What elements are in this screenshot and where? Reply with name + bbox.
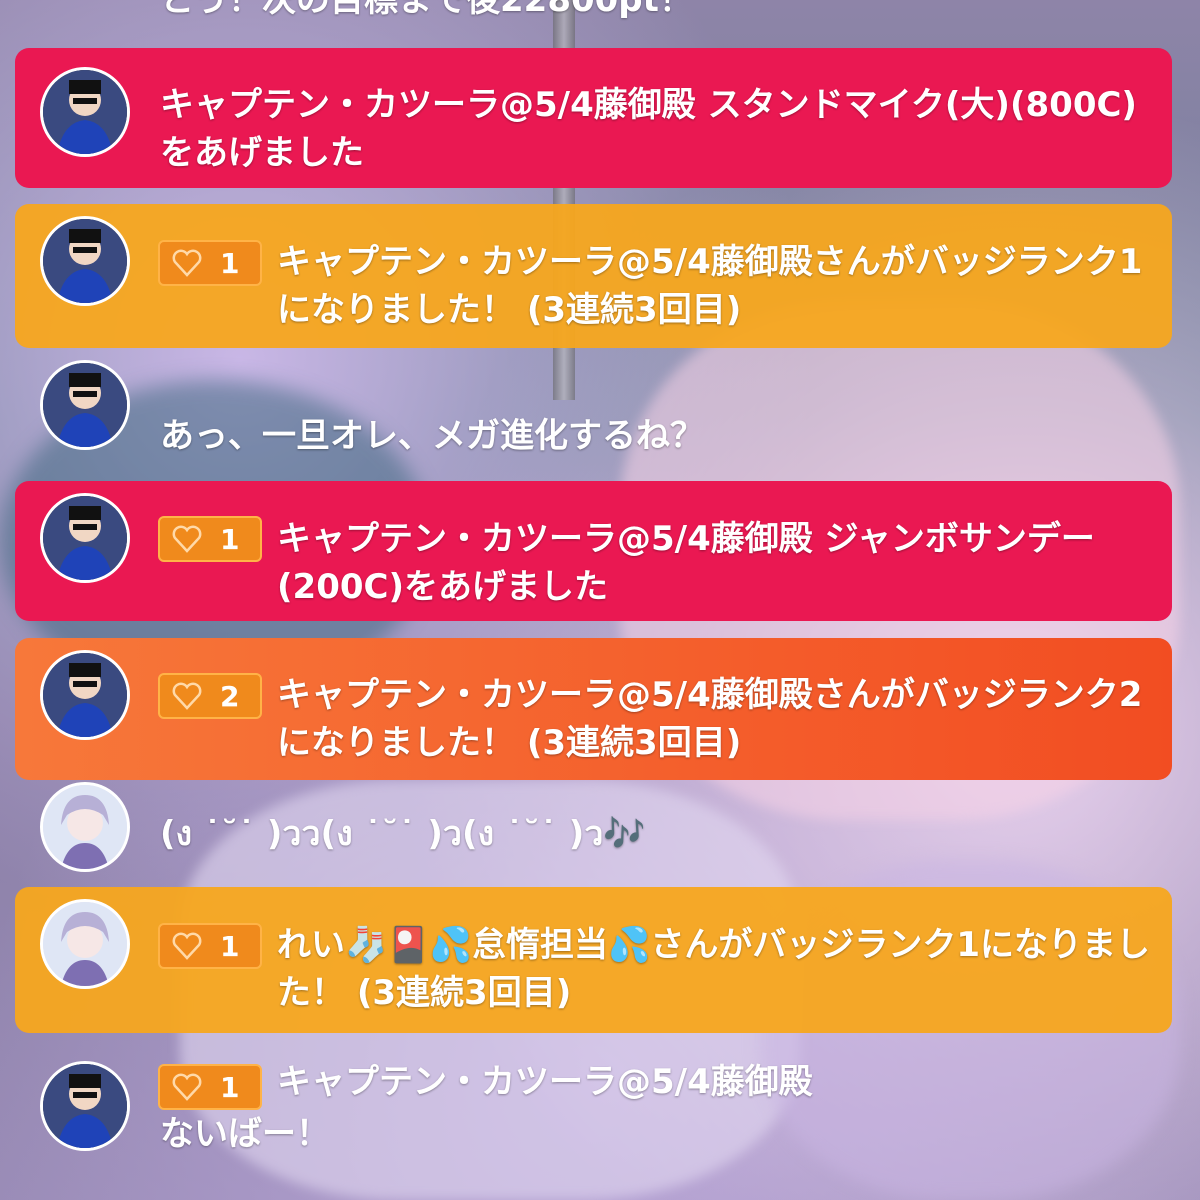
badge-chip: 1 <box>158 516 262 562</box>
message-text: あっ、一旦オレ、メガ進化するね？ <box>160 416 704 456</box>
avatar-captain[interactable] <box>40 650 130 740</box>
badge-level: 1 <box>220 1070 240 1104</box>
badge-level: 1 <box>220 929 240 963</box>
avatar-captain[interactable] <box>40 360 130 450</box>
badge-chip: 1 <box>158 1064 262 1110</box>
badge-level: 2 <box>220 679 240 713</box>
badge-chip: 1 <box>158 923 262 969</box>
badge-level: 1 <box>220 246 240 280</box>
chat-message-comment: 1 キャプテン・カツーラ@5/4藤御殿 ないばー！ <box>15 1058 1172 1188</box>
avatar-rei[interactable] <box>40 899 130 989</box>
chat-message-comment: (ง ˙˘˙ )วว(ง ˙˘˙ )ว(ง ˙˘˙ )ว🎶 <box>15 782 1172 872</box>
chat-message-badge-rank: 2 キャプテン・カツーラ@5/4藤御殿さんがバッジランク2になりました！ (3連… <box>15 638 1172 780</box>
avatar-rei[interactable] <box>40 782 130 872</box>
partial-top-message: とう！次の目標まで後22800pt！ <box>160 0 693 20</box>
chat-message-comment: あっ、一旦オレ、メガ進化するね？ <box>15 360 1172 470</box>
message-text: キャプテン・カツーラ@5/4藤御殿さんがバッジランク1になりました！ (3連続3… <box>277 242 1143 330</box>
badge-heart-icon <box>172 249 202 277</box>
chat-message-gift: 1 キャプテン・カツーラ@5/4藤御殿 ジャンボサンデー(200C)をあげました <box>15 481 1172 621</box>
badge-chip: 2 <box>158 673 262 719</box>
message-text: キャプテン・カツーラ@5/4藤御殿 スタンドマイク(大)(800C)をあげました <box>160 85 1137 173</box>
message-username: キャプテン・カツーラ@5/4藤御殿 <box>277 1062 813 1102</box>
badge-chip: 1 <box>158 240 262 286</box>
message-text: (ง ˙˘˙ )วว(ง ˙˘˙ )ว(ง ˙˘˙ )ว🎶 <box>160 814 646 854</box>
avatar-captain[interactable] <box>40 493 130 583</box>
avatar-captain[interactable] <box>40 216 130 306</box>
badge-heart-icon <box>172 1073 202 1101</box>
badge-level: 1 <box>220 522 240 556</box>
message-text: ないばー！ <box>160 1114 330 1154</box>
badge-heart-icon <box>172 682 202 710</box>
avatar-captain[interactable] <box>40 1061 130 1151</box>
badge-heart-icon <box>172 525 202 553</box>
chat-message-badge-rank: 1 れい🧦🎴💦怠惰担当💦さんがバッジランク1になりました！ (3連続3回目) <box>15 887 1172 1033</box>
badge-heart-icon <box>172 932 202 960</box>
avatar-captain[interactable] <box>40 67 130 157</box>
message-text: れい🧦🎴💦怠惰担当💦さんがバッジランク1になりました！ (3連続3回目) <box>277 925 1150 1013</box>
chat-message-badge-rank: 1 キャプテン・カツーラ@5/4藤御殿さんがバッジランク1になりました！ (3連… <box>15 204 1172 348</box>
message-text: キャプテン・カツーラ@5/4藤御殿 ジャンボサンデー(200C)をあげました <box>277 519 1095 607</box>
chat-message-gift: キャプテン・カツーラ@5/4藤御殿 スタンドマイク(大)(800C)をあげました <box>15 48 1172 188</box>
message-text: キャプテン・カツーラ@5/4藤御殿さんがバッジランク2になりました！ (3連続3… <box>277 675 1143 763</box>
